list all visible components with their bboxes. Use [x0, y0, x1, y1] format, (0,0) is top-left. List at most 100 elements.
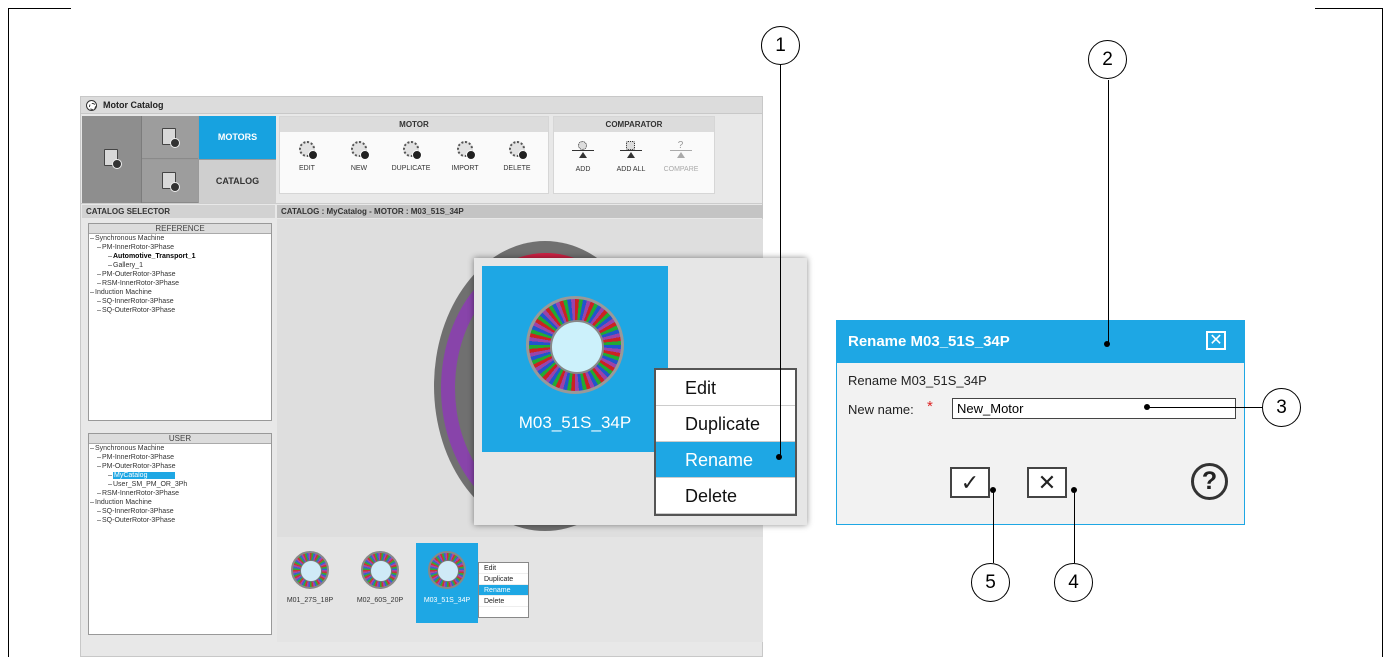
compare-button[interactable]: ? COMPARE: [658, 141, 704, 174]
tree-item[interactable]: RSM-InnerRotor-3Phase: [89, 279, 271, 288]
tree-item[interactable]: Induction Machine: [89, 498, 271, 507]
scale-compare-icon: ?: [670, 141, 692, 159]
delete-motor-button[interactable]: DELETE: [494, 141, 540, 172]
add-all-compare-button[interactable]: ADD ALL: [608, 141, 654, 173]
motor-thumbnail-image: [428, 551, 466, 589]
new-motor-icon: [351, 141, 370, 160]
rename-dialog-title: Rename M03_51S_34P: [848, 333, 1010, 350]
tree-item-selected-label: MyCatalog: [113, 472, 176, 479]
new-catalog-icon: [104, 149, 122, 169]
motor-thumbnail-selected[interactable]: M03_51S_34P: [416, 543, 478, 623]
context-menu-edit[interactable]: Edit: [479, 563, 528, 574]
zoomed-motor-label: M03_51S_34P: [518, 413, 632, 432]
motor-thumbnail-label: M02_60S_20P: [356, 597, 404, 604]
motor-catalog-icon: [86, 100, 97, 111]
tree-item[interactable]: RSM-InnerRotor-3Phase: [89, 489, 271, 498]
add-all-compare-label: ADD ALL: [616, 166, 646, 173]
callout-3: 3: [1262, 388, 1301, 427]
import-catalog-button[interactable]: [142, 160, 198, 203]
tree-item-selected[interactable]: MyCatalog: [89, 471, 271, 480]
motor-thumbnail-label: M03_51S_34P: [423, 597, 471, 604]
scale-icon: [572, 141, 594, 159]
callout-1-leader: [780, 63, 781, 457]
tree-item[interactable]: Synchronous Machine: [89, 444, 271, 453]
import-catalog-icon: [162, 172, 180, 192]
zoom-menu-rename[interactable]: Rename: [656, 442, 795, 478]
zoomed-motor-image: [526, 296, 624, 394]
tree-item[interactable]: User_SM_PM_OR_3Ph: [89, 480, 271, 489]
zoomed-motor-tile[interactable]: M03_51S_34P: [482, 266, 668, 452]
new-motor-label: NEW: [350, 165, 368, 172]
callout-5-leader: [993, 491, 994, 563]
callout-2-dot: [1104, 341, 1110, 347]
edit-motor-icon: [299, 141, 318, 160]
tree-item[interactable]: Automotive_Transport_1: [89, 252, 271, 261]
frame-gap: [71, 8, 1315, 10]
tree-item[interactable]: PM-InnerRotor-3Phase: [89, 243, 271, 252]
catalog-path-header: CATALOG : MyCatalog - MOTOR : M03_51S_34…: [277, 205, 763, 218]
import-motor-button[interactable]: IMPORT: [442, 141, 488, 172]
add-compare-label: ADD: [575, 166, 591, 173]
motor-thumbnail-label: M01_27S_18P: [286, 597, 334, 604]
zoom-menu-duplicate[interactable]: Duplicate: [656, 406, 795, 442]
compare-label: COMPARE: [663, 166, 699, 173]
rename-dialog: Rename M03_51S_34P ✕ Rename M03_51S_34P …: [836, 320, 1245, 525]
add-compare-button[interactable]: ADD: [560, 141, 606, 173]
callout-3-leader: [1146, 407, 1262, 408]
help-icon[interactable]: ?: [1191, 463, 1228, 500]
user-tree: USER Synchronous Machine PM-InnerRotor-3…: [88, 433, 272, 635]
new-name-input[interactable]: [952, 398, 1236, 419]
tree-item[interactable]: PM-InnerRotor-3Phase: [89, 453, 271, 462]
cancel-button[interactable]: ✕: [1027, 467, 1067, 498]
edit-motor-label: EDIT: [299, 165, 315, 172]
motor-group-title: MOTOR: [280, 117, 548, 132]
tree-item[interactable]: Gallery_1: [89, 261, 271, 270]
callout-3-dot: [1144, 404, 1150, 410]
scale-add-all-icon: [620, 141, 642, 159]
callout-1: 1: [761, 26, 800, 65]
tree-item[interactable]: SQ-OuterRotor-3Phase: [89, 516, 271, 525]
tree-item[interactable]: Synchronous Machine: [89, 234, 271, 243]
duplicate-motor-button[interactable]: DUPLICATE: [388, 141, 434, 172]
user-tree-title: USER: [89, 434, 271, 444]
edit-motor-button[interactable]: EDIT: [284, 141, 330, 172]
catalog-selector-header: CATALOG SELECTOR: [82, 205, 275, 218]
context-menu-delete[interactable]: Delete: [479, 596, 528, 607]
tree-item[interactable]: SQ-OuterRotor-3Phase: [89, 306, 271, 315]
new-name-label: New name:: [848, 402, 914, 417]
callout-1-dot: [776, 454, 782, 460]
tree-item[interactable]: Induction Machine: [89, 288, 271, 297]
motor-thumbnail[interactable]: M01_27S_18P: [279, 543, 341, 623]
tab-motors[interactable]: MOTORS: [199, 116, 276, 159]
add-catalog-button[interactable]: [142, 116, 198, 159]
new-catalog-button[interactable]: [82, 116, 142, 203]
import-motor-icon: [457, 141, 476, 160]
context-menu-duplicate[interactable]: Duplicate: [479, 574, 528, 585]
callout-5: 5: [971, 563, 1010, 602]
reference-tree: REFERENCE Synchronous Machine PM-InnerRo…: [88, 223, 272, 421]
window-titlebar: Motor Catalog: [81, 97, 762, 114]
tree-item[interactable]: SQ-InnerRotor-3Phase: [89, 507, 271, 516]
rename-dialog-titlebar: Rename M03_51S_34P ✕: [837, 321, 1244, 363]
callout-2-leader: [1108, 80, 1109, 343]
tree-item[interactable]: PM-OuterRotor-3Phase: [89, 462, 271, 471]
zoomed-context-menu: Edit Duplicate Rename Delete: [654, 368, 797, 516]
comparator-group-title: COMPARATOR: [554, 117, 714, 132]
comparator-tool-group: COMPARATOR ADD ADD ALL ? COMPARE: [553, 116, 715, 194]
confirm-button[interactable]: ✓: [950, 467, 990, 498]
motor-thumbnail[interactable]: M02_60S_20P: [349, 543, 411, 623]
rename-dialog-subtitle: Rename M03_51S_34P: [848, 373, 987, 388]
callout-2: 2: [1088, 40, 1127, 79]
zoom-menu-edit[interactable]: Edit: [656, 370, 795, 406]
tree-item[interactable]: SQ-InnerRotor-3Phase: [89, 297, 271, 306]
tree-item[interactable]: PM-OuterRotor-3Phase: [89, 270, 271, 279]
context-menu-rename[interactable]: Rename: [479, 585, 528, 596]
close-icon[interactable]: ✕: [1206, 331, 1226, 350]
window-title: Motor Catalog: [103, 100, 164, 110]
callout-4-dot: [1071, 487, 1077, 493]
tab-catalog[interactable]: CATALOG: [199, 160, 276, 203]
zoom-menu-delete[interactable]: Delete: [656, 478, 795, 514]
new-motor-button[interactable]: NEW: [336, 141, 382, 172]
reference-tree-title: REFERENCE: [89, 224, 271, 234]
motor-tool-group: MOTOR EDIT NEW DUPLICATE IMPORT DELETE: [279, 116, 549, 194]
